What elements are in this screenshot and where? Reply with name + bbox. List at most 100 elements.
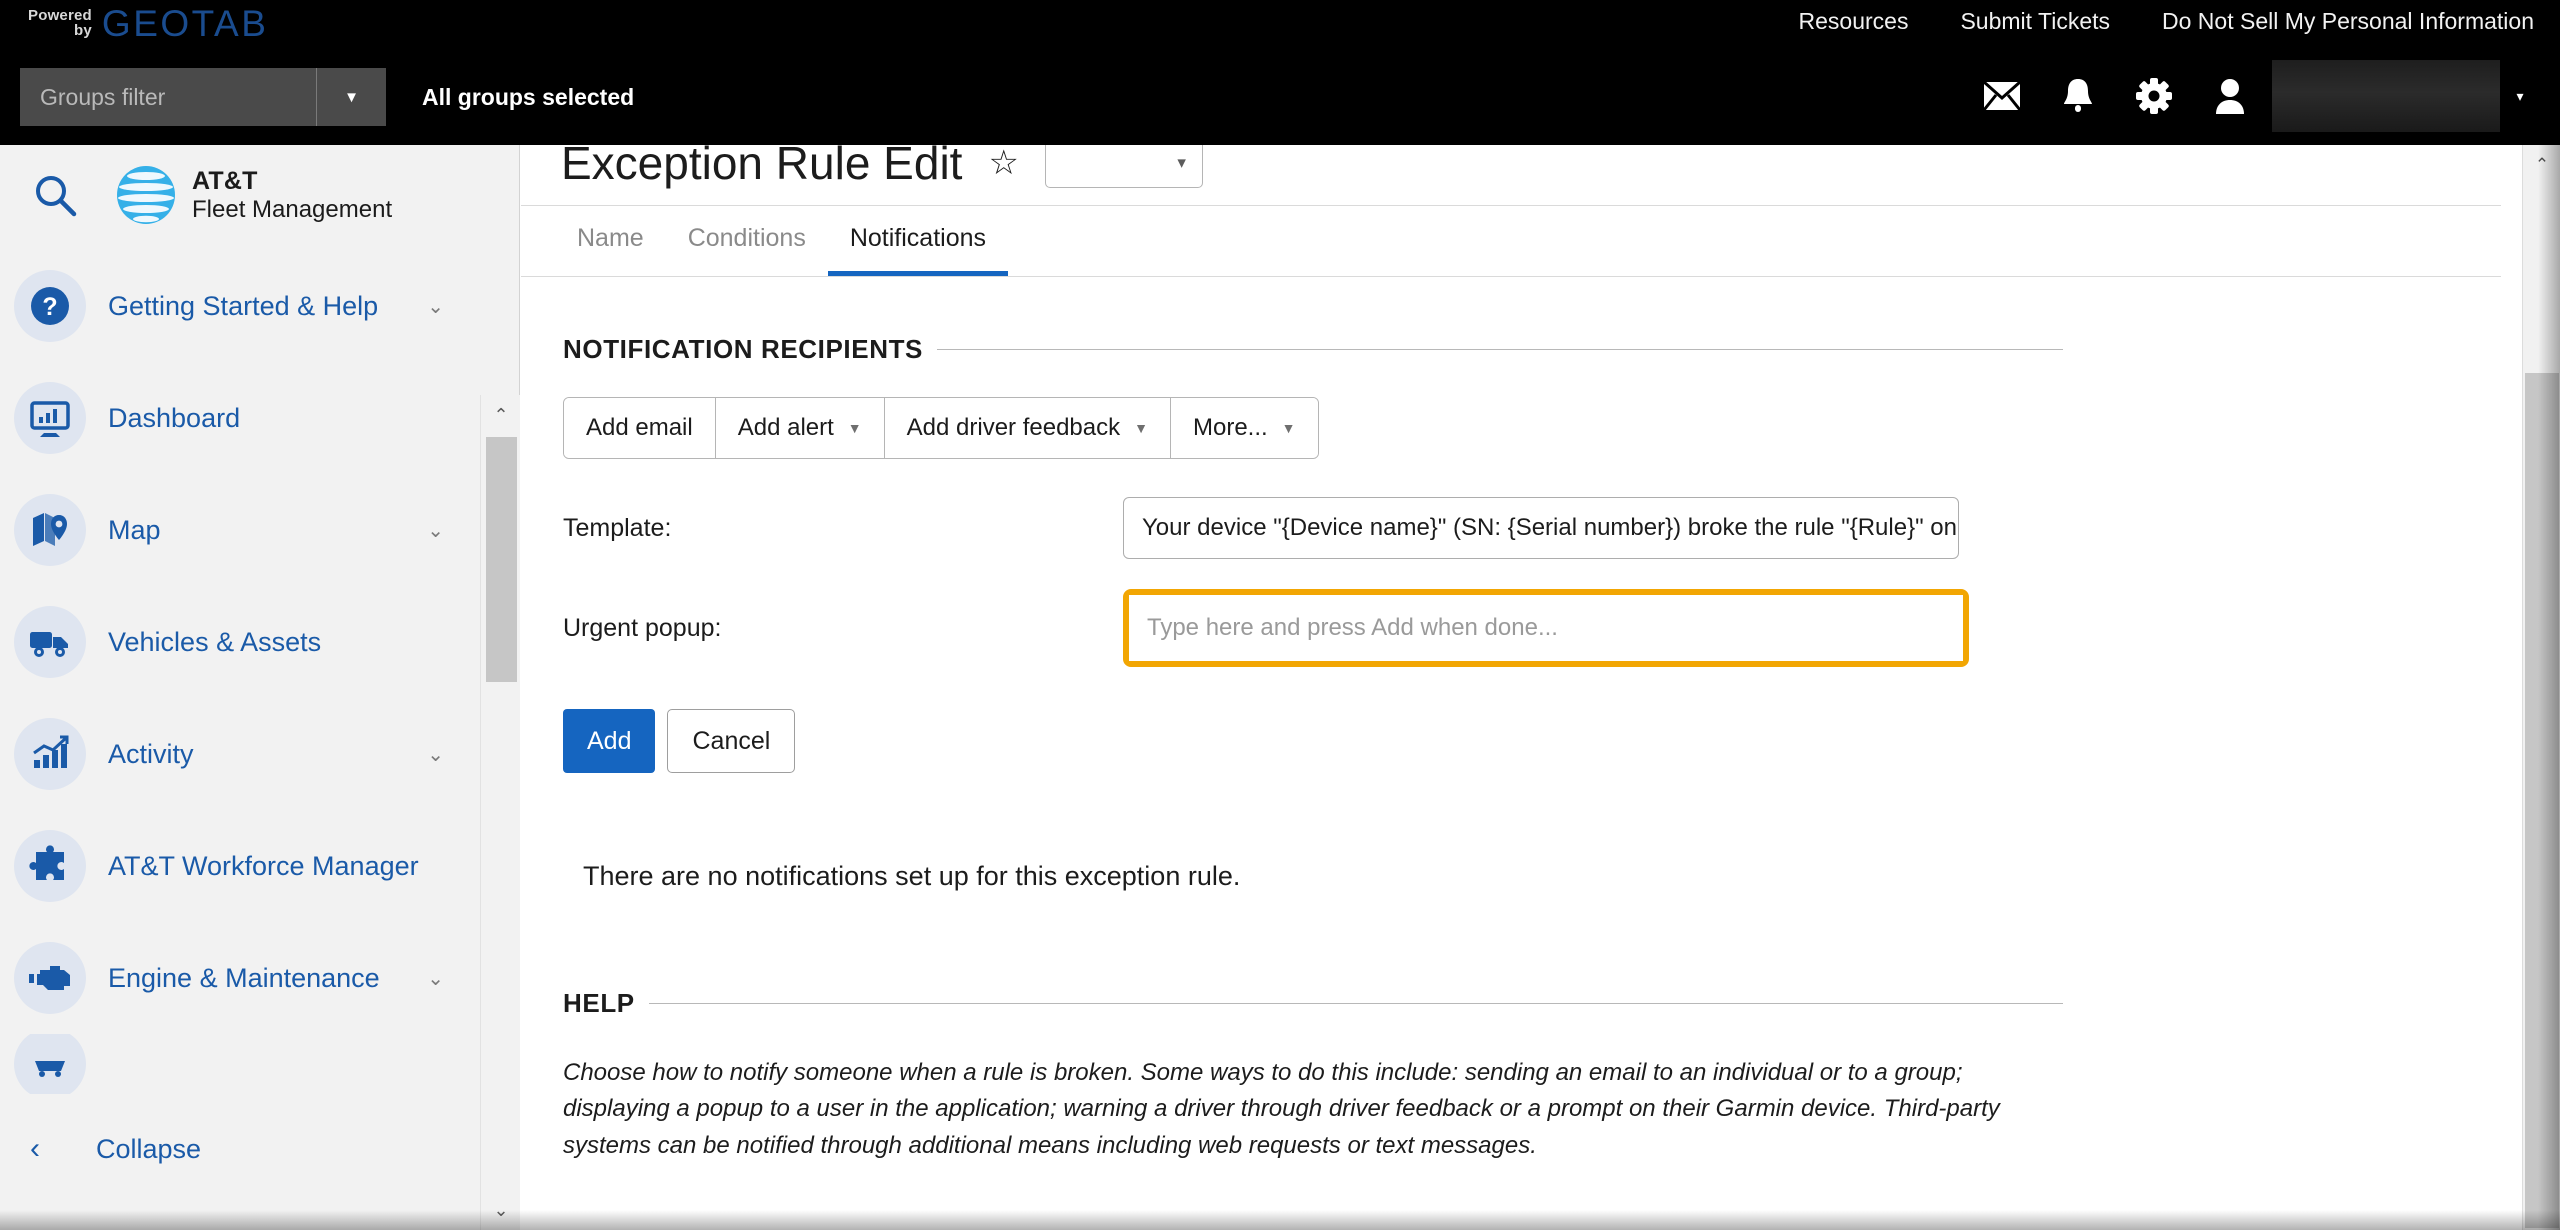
more-options-label: More... [1192,414,1268,441]
sidebar-header: AT&T Fleet Management [0,145,519,245]
tab-notifications[interactable]: Notifications [827,205,1008,276]
favorite-star-icon[interactable]: ☆ [988,145,1018,183]
add-email-label: Add email [586,414,693,441]
scroll-up-arrow-icon[interactable]: ⌃ [2523,145,2560,185]
chevron-down-icon[interactable]: ▼ [848,420,862,436]
chevron-down-icon[interactable]: ▼ [316,68,386,126]
sidebar-item-map[interactable]: Map ⌄ [0,474,478,586]
question-circle-icon: ? [14,270,86,342]
cancel-button[interactable]: Cancel [667,709,796,773]
notifications-panel: NOTIFICATION RECIPIENTS Add email Add al… [521,278,2501,1164]
sidebar-item-getting-started[interactable]: ? Getting Started & Help ⌄ [0,250,478,362]
gear-icon[interactable] [2116,60,2192,132]
top-header-bar: Powered by GEOTAB Resources Submit Ticke… [0,0,2560,145]
template-field-row: Template: Your device "{Device name}" (S… [563,497,2501,559]
scroll-down-arrow-icon[interactable]: ⌄ [481,1190,521,1230]
chevron-down-icon[interactable]: ⌄ [427,966,444,991]
chevron-down-icon[interactable]: ▼ [1282,420,1296,436]
sidebar-item-engine-maintenance[interactable]: Engine & Maintenance ⌄ [0,922,478,1034]
map-pin-icon [14,494,86,566]
header-icon-tray: ▾ [1964,60,2540,132]
engine-icon [14,942,86,1014]
by-label: by [74,22,92,40]
att-logo-text: AT&T Fleet Management [192,167,392,223]
bar-chart-icon [14,718,86,790]
groups-filter-input[interactable]: Groups filter [20,68,316,126]
sidebar-scroll-thumb[interactable] [486,437,517,682]
groups-selected-status: All groups selected [422,83,635,110]
help-divider-line [648,1003,2063,1004]
add-driver-feedback-button[interactable]: Add driver feedback ▼ [884,398,1171,458]
add-email-button[interactable]: Add email [564,398,716,458]
nav-link-resources[interactable]: Resources [1799,8,1909,35]
main-sidebar: AT&T Fleet Management ? Getting Started … [0,145,520,1230]
sidebar-item-partially-hidden[interactable] [0,1034,478,1094]
att-logo-line1: AT&T [192,167,258,196]
main-content-scrollbar[interactable]: ⌃ [2522,145,2560,1230]
search-icon[interactable] [12,152,98,238]
add-button[interactable]: Add [563,709,656,773]
urgent-popup-field-row: Urgent popup: Type here and press Add wh… [563,589,2501,667]
chevron-down-icon[interactable]: ⌄ [427,742,444,767]
username-redacted[interactable] [2272,60,2500,132]
dashboard-monitor-icon [14,382,86,454]
groups-filter-row: Groups filter ▼ All groups selected [20,68,634,126]
add-alert-label: Add alert [737,414,834,441]
help-text: Choose how to notify someone when a rule… [563,1059,2000,1159]
sidebar-nav-list: ? Getting Started & Help ⌄ Dashboard Map… [0,250,478,1120]
att-globe-icon [117,166,175,224]
puzzle-piece-icon [14,830,86,902]
app-shell: AT&T Fleet Management ? Getting Started … [0,145,2560,1230]
form-action-row: Add Cancel [563,709,2501,773]
add-alert-button[interactable]: Add alert ▼ [715,398,885,458]
tab-conditions[interactable]: Conditions [666,205,828,276]
empty-state-message: There are no notifications set up for th… [583,861,1241,891]
legend-divider-line [937,349,2063,350]
tab-name[interactable]: Name [555,205,666,276]
title-dropdown-caret-icon: ▾ [1177,153,1186,172]
chevron-down-icon[interactable]: ▼ [1134,420,1148,436]
template-label: Template: [563,513,672,542]
scroll-up-arrow-icon[interactable]: ⌃ [481,395,521,435]
groups-filter-control[interactable]: Groups filter ▼ [20,68,386,126]
chevron-down-icon[interactable]: ⌄ [427,294,444,319]
recipient-action-button-group: Add email Add alert ▼ Add driver feedbac… [563,397,1319,459]
mail-icon[interactable] [1964,60,2040,132]
bell-icon[interactable] [2040,60,2116,132]
more-options-button[interactable]: More... ▼ [1170,398,1318,458]
svg-text:?: ? [42,293,57,321]
sidebar-collapse-label: Collapse [96,1133,202,1164]
sidebar-collapse-button[interactable]: ‹ Collapse [0,1106,478,1192]
sidebar-label-map: Map [108,514,161,545]
sidebar-item-workforce-manager[interactable]: AT&T Workforce Manager [0,810,478,922]
urgent-popup-highlight-frame: Type here and press Add when done... [1123,589,1969,667]
help-legend: HELP [563,988,2063,1019]
page-title: Exception Rule Edit [561,145,963,189]
main-scroll-thumb[interactable] [2525,373,2559,1228]
title-dropdown-button[interactable]: ▾ [1044,145,1203,188]
notification-recipients-legend: NOTIFICATION RECIPIENTS [563,334,2063,365]
sidebar-label-dashboard: Dashboard [108,402,241,433]
sidebar-label-vehicles-assets: Vehicles & Assets [108,626,322,657]
nav-link-submit-tickets[interactable]: Submit Tickets [1960,8,2110,35]
user-menu-caret-icon[interactable]: ▾ [2500,60,2540,132]
sidebar-item-activity[interactable]: Activity ⌄ [0,698,478,810]
template-input[interactable]: Your device "{Device name}" (SN: {Serial… [1123,497,1959,559]
add-driver-feedback-label: Add driver feedback [906,414,1121,441]
sidebar-item-vehicles-assets[interactable]: Vehicles & Assets [0,586,478,698]
user-icon[interactable] [2192,60,2268,132]
powered-by-text: Powered by [28,5,92,39]
sidebar-label-activity: Activity [108,738,194,769]
sidebar-item-dashboard[interactable]: Dashboard [0,362,478,474]
sidebar-scrollbar[interactable]: ⌃ ⌄ [480,395,520,1230]
chevron-down-icon[interactable]: ⌄ [427,518,444,543]
help-title: HELP [563,988,635,1018]
geotab-wordmark: GEOTAB [101,3,269,44]
nav-link-do-not-sell[interactable]: Do Not Sell My Personal Information [2162,8,2534,35]
top-utility-nav: Resources Submit Tickets Do Not Sell My … [1799,8,2534,35]
sidebar-label-engine-maintenance: Engine & Maintenance [108,962,380,993]
urgent-popup-input[interactable]: Type here and press Add when done... [1129,595,1963,661]
page-title-row: Exception Rule Edit ☆ ▾ [561,145,1203,203]
clipped-nav-icon [14,1034,86,1094]
truck-icon [14,606,86,678]
